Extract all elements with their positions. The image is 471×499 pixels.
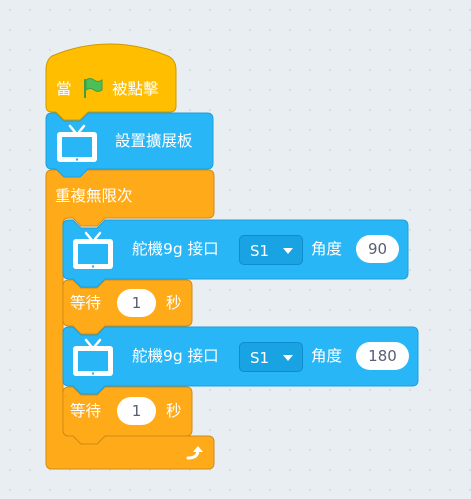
servo-label-1: 舵機9g 接口 (132, 240, 219, 258)
wait-unit-2: 秒 (166, 402, 182, 420)
angle-input-2[interactable]: 180 (356, 342, 409, 370)
hat-label-clicked: 被點擊 (112, 80, 159, 98)
wait-unit-1: 秒 (166, 294, 182, 312)
angle-input-1[interactable]: 90 (356, 235, 399, 263)
port-dropdown-2[interactable]: S1 (239, 342, 303, 372)
setup-label: 設置擴展板 (115, 132, 193, 150)
wait-label-1: 等待 (70, 294, 102, 312)
hat-label-when: 當 (56, 80, 72, 98)
wait-input-1[interactable]: 1 (117, 289, 156, 317)
port-value-1: S1 (250, 242, 270, 260)
tv-board-icon (73, 231, 113, 269)
chevron-down-icon (283, 248, 293, 254)
tv-board-icon (73, 338, 113, 376)
servo-label-2: 舵機9g 接口 (132, 347, 219, 365)
forever-label: 重複無限次 (55, 187, 133, 205)
wait-input-2[interactable]: 1 (117, 397, 156, 425)
chevron-down-icon (283, 355, 293, 361)
tv-board-icon (57, 124, 97, 162)
port-value-2: S1 (250, 349, 270, 367)
loop-arrow-icon (186, 446, 203, 460)
angle-label-2: 角度 (311, 347, 343, 365)
wait-label-2: 等待 (70, 402, 102, 420)
port-dropdown-1[interactable]: S1 (239, 235, 303, 265)
green-flag-icon (84, 78, 103, 98)
angle-label-1: 角度 (311, 240, 343, 258)
